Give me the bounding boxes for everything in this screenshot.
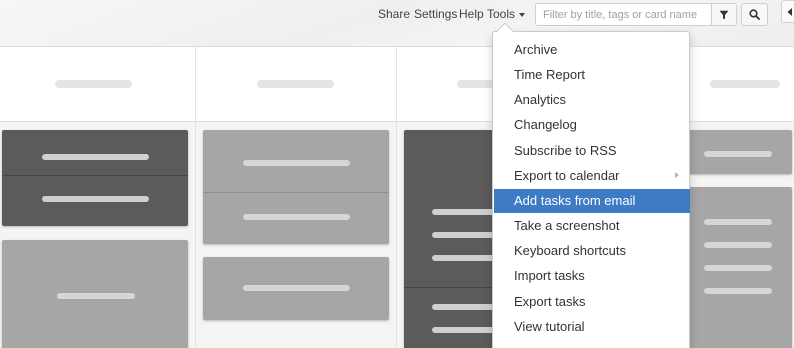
card-divider: [203, 192, 389, 193]
magnifier-icon: [749, 9, 760, 20]
task-card[interactable]: [2, 240, 188, 348]
column-title-placeholder: [710, 80, 780, 88]
collapse-panel-button[interactable]: [781, 0, 794, 23]
task-card[interactable]: [688, 130, 792, 174]
column-header[interactable]: [0, 47, 195, 122]
card-title-placeholder: [57, 293, 135, 299]
help-link[interactable]: Help: [459, 7, 484, 21]
card-title-placeholder: [243, 285, 350, 291]
menu-item-keyboard-shortcuts[interactable]: Keyboard shortcuts: [494, 239, 690, 263]
caret-down-icon: [519, 12, 526, 17]
card-title-placeholder: [704, 288, 772, 294]
menu-item-take-screenshot[interactable]: Take a screenshot: [494, 214, 690, 238]
task-card[interactable]: [404, 130, 502, 348]
card-title-placeholder: [704, 151, 772, 157]
menu-item-subscribe-rss[interactable]: Subscribe to RSS: [494, 139, 690, 163]
menu-item-time-report[interactable]: Time Report: [494, 63, 690, 87]
menu-item-analytics[interactable]: Analytics: [494, 88, 690, 112]
menu-item-export-calendar[interactable]: Export to calendar: [494, 164, 690, 188]
card-title-placeholder: [42, 196, 149, 202]
task-card[interactable]: [203, 130, 389, 244]
column-title-placeholder: [257, 80, 334, 88]
card-title-placeholder: [243, 160, 350, 166]
menu-item-add-tasks-from-email[interactable]: Add tasks from email: [494, 189, 690, 213]
task-card[interactable]: [688, 187, 792, 348]
search-button[interactable]: [741, 3, 768, 26]
tools-dropdown-menu: Archive Time Report Analytics Changelog …: [492, 31, 690, 348]
tools-label: Tools: [487, 7, 516, 21]
card-title-placeholder: [704, 265, 772, 271]
menu-item-changelog[interactable]: Changelog: [494, 113, 690, 137]
caret-right-icon: [675, 172, 679, 178]
share-link[interactable]: Share: [378, 7, 410, 21]
card-divider: [404, 287, 502, 288]
menu-item-export-tasks[interactable]: Export tasks: [494, 290, 690, 314]
column-title-placeholder: [55, 80, 132, 88]
column-header[interactable]: [196, 47, 396, 122]
column-divider: [195, 47, 196, 348]
menu-item-view-tutorial[interactable]: View tutorial: [494, 315, 690, 339]
card-title-placeholder: [42, 154, 149, 160]
caret-left-icon: [787, 7, 792, 16]
column-divider: [396, 47, 397, 348]
card-title-placeholder: [704, 242, 772, 248]
settings-link[interactable]: Settings: [414, 7, 457, 21]
menu-item-archive[interactable]: Archive: [494, 38, 690, 62]
funnel-icon: [719, 10, 729, 19]
tools-menu-button[interactable]: Tools: [487, 7, 526, 21]
menu-item-label: Export to calendar: [514, 168, 620, 183]
card-divider: [2, 175, 188, 176]
task-card[interactable]: [2, 130, 188, 226]
filter-input[interactable]: [535, 3, 712, 26]
menu-item-import-tasks[interactable]: Import tasks: [494, 264, 690, 288]
filter-button[interactable]: [711, 3, 737, 26]
card-title-placeholder: [243, 214, 350, 220]
card-title-placeholder: [704, 219, 772, 225]
task-card[interactable]: [203, 257, 389, 320]
